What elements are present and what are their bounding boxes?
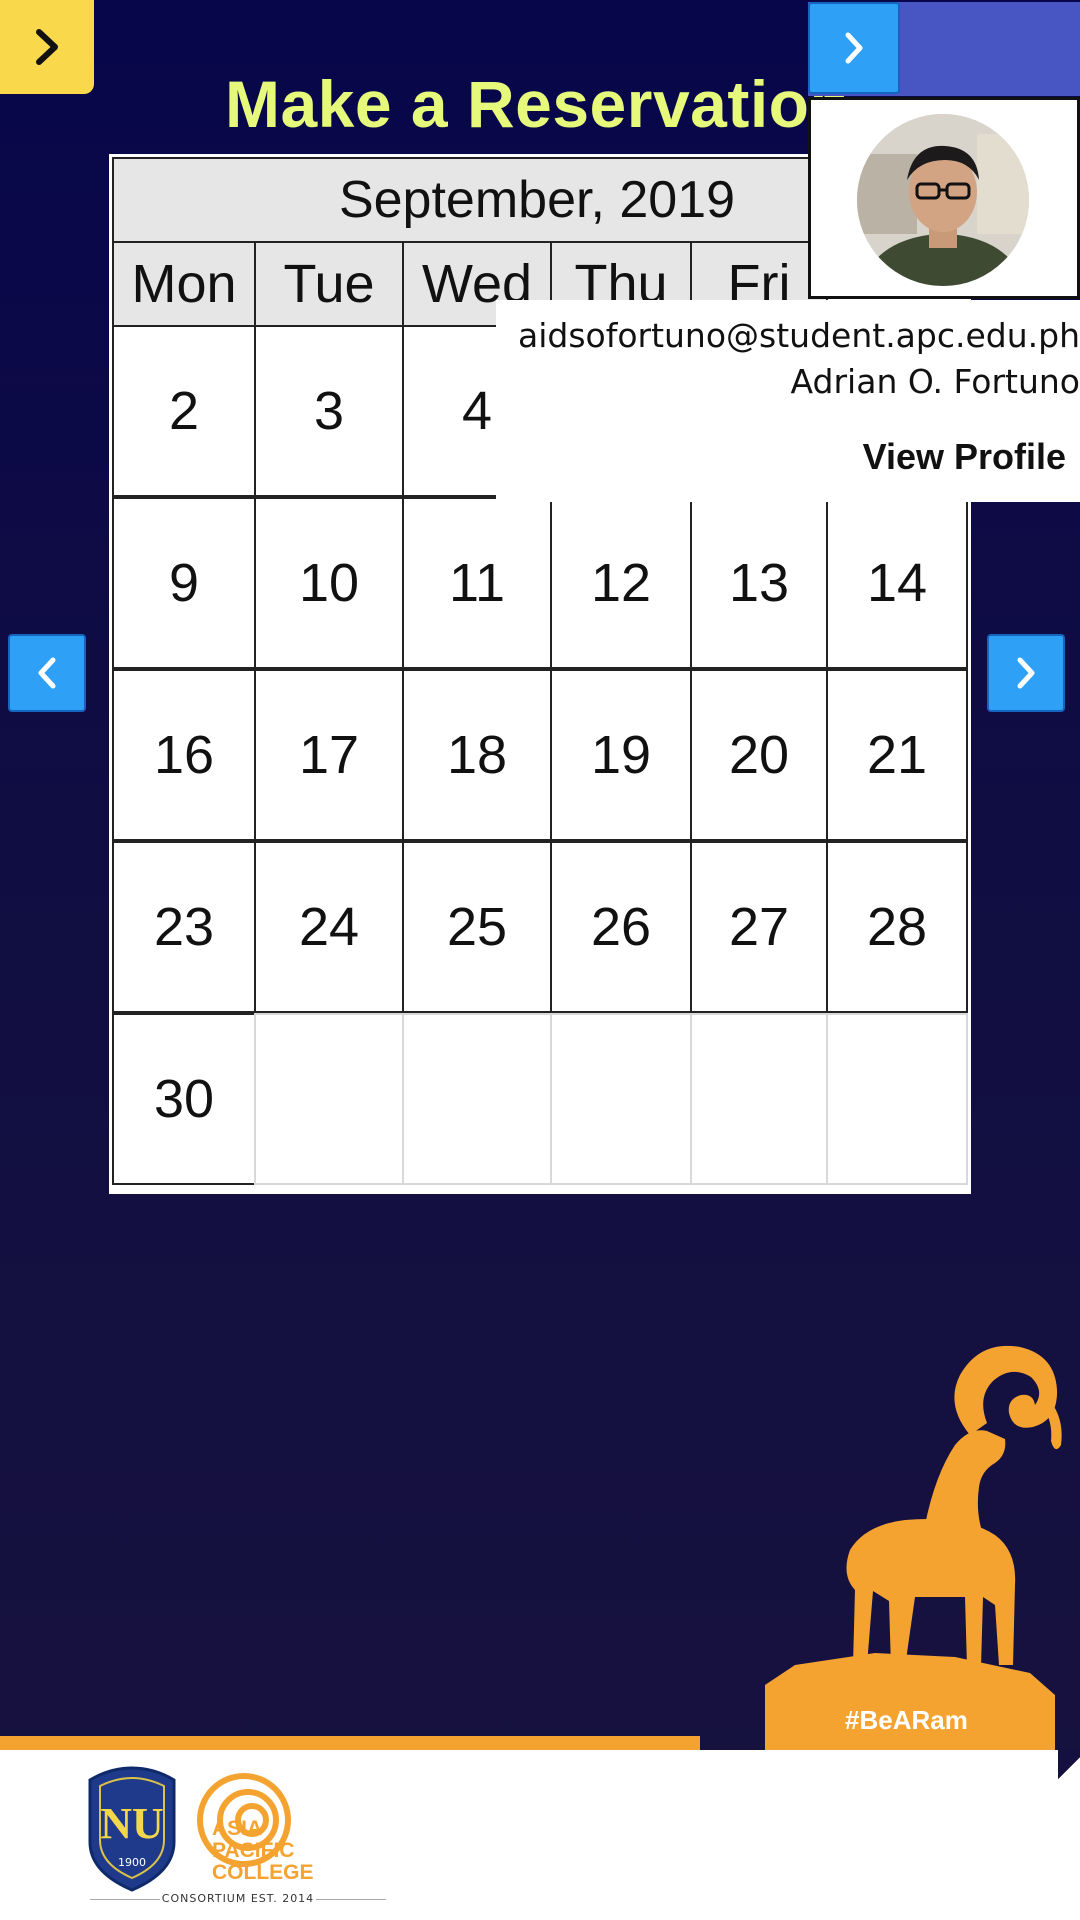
calendar-empty-cell: [826, 1013, 968, 1185]
calendar-empty-cell: [254, 1013, 404, 1185]
prev-button[interactable]: [8, 634, 86, 712]
profile-name: Adrian O. Fortuno: [790, 362, 1080, 401]
calendar-day[interactable]: 19: [550, 669, 692, 841]
menu-toggle-button[interactable]: [0, 0, 94, 94]
calendar-day[interactable]: 13: [690, 497, 828, 669]
calendar-day[interactable]: 21: [826, 669, 968, 841]
consortium-label: CONSORTIUM EST. 2014: [161, 1892, 315, 1905]
calendar-day[interactable]: 18: [402, 669, 552, 841]
chevron-right-icon: [845, 32, 863, 64]
chevron-right-icon: [36, 29, 58, 65]
calendar-day[interactable]: 30: [112, 1013, 256, 1185]
calendar-day[interactable]: 17: [254, 669, 404, 841]
calendar-day[interactable]: 23: [112, 841, 256, 1013]
calendar-day[interactable]: 25: [402, 841, 552, 1013]
nu-year: 1900: [118, 1856, 146, 1869]
chevron-left-icon: [38, 657, 56, 689]
calendar-day[interactable]: 3: [254, 325, 404, 497]
calendar-day[interactable]: 9: [112, 497, 256, 669]
calendar-day[interactable]: 27: [690, 841, 828, 1013]
calendar-empty-cell: [690, 1013, 828, 1185]
profile-toggle-button[interactable]: [808, 2, 900, 94]
calendar-day[interactable]: 2: [112, 325, 256, 497]
calendar-day[interactable]: 24: [254, 841, 404, 1013]
calendar-day[interactable]: 26: [550, 841, 692, 1013]
weekday-header: Mon: [112, 241, 256, 327]
calendar-day[interactable]: 10: [254, 497, 404, 669]
calendar-day[interactable]: 14: [826, 497, 968, 669]
apc-name: ASIA PACIFIC COLLEGE: [212, 1817, 314, 1884]
calendar-day[interactable]: 11: [402, 497, 552, 669]
calendar-empty-cell: [550, 1013, 692, 1185]
footer-slant: [1058, 1748, 1080, 1788]
view-profile-link[interactable]: View Profile: [863, 436, 1066, 478]
nu-shield-icon: NU 1900: [88, 1766, 176, 1892]
hashtag-label: #BeARam: [845, 1705, 968, 1735]
svg-text:NU: NU: [100, 1799, 164, 1848]
calendar-day[interactable]: 20: [690, 669, 828, 841]
profile-email: aidsofortuno@student.apc.edu.ph: [517, 316, 1080, 355]
profile-photo-box: [808, 97, 1080, 299]
calendar-day[interactable]: 28: [826, 841, 968, 1013]
chevron-right-icon: [1017, 657, 1035, 689]
next-button[interactable]: [987, 634, 1065, 712]
calendar-day[interactable]: 16: [112, 669, 256, 841]
calendar-day[interactable]: 12: [550, 497, 692, 669]
calendar-empty-cell: [402, 1013, 552, 1185]
avatar: [857, 114, 1029, 286]
profile-card: aidsofortuno@student.apc.edu.ph Adrian O…: [496, 300, 1080, 502]
footer-accent-bar: [0, 1736, 700, 1750]
ram-mascot-icon: [765, 1345, 1062, 1750]
weekday-header: Tue: [254, 241, 404, 327]
page-title: Make a Reservation: [225, 67, 851, 141]
